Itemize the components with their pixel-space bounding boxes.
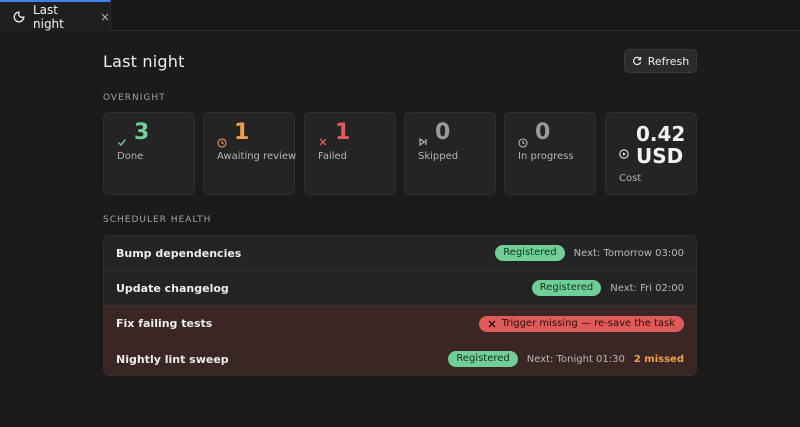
moon-icon xyxy=(13,11,25,23)
overnight-cards: 3 Done 1 Awaiting review 1 Failed 0 Skip… xyxy=(103,112,697,195)
card-caption: In progress xyxy=(518,151,574,162)
card-in-progress: 0 In progress xyxy=(504,112,596,195)
refresh-label: Refresh xyxy=(647,54,690,68)
status-badge: Registered xyxy=(531,280,602,296)
next-run: Next: Tonight 01:30 xyxy=(526,353,625,365)
card-caption: Failed xyxy=(318,151,348,162)
tab-label: Last night xyxy=(33,2,64,31)
card-caption: Skipped xyxy=(418,151,459,162)
scheduler-health-list: Bump dependencies Registered Next: Tomor… xyxy=(103,235,697,376)
x-icon xyxy=(488,320,496,327)
status-badge: Registered xyxy=(448,351,518,367)
card-value: 0 xyxy=(535,120,551,145)
next-run: Next: Fri 02:00 xyxy=(610,282,684,294)
refresh-button[interactable]: Refresh xyxy=(624,49,697,73)
card-failed: 1 Failed xyxy=(304,112,396,195)
list-item[interactable]: Fix failing tests Trigger missing — re-s… xyxy=(104,306,696,341)
missed-count: 2 missed xyxy=(633,353,684,365)
task-name: Bump dependencies xyxy=(116,246,242,260)
card-caption: Cost xyxy=(619,173,642,184)
status-badge: Registered xyxy=(495,245,565,261)
error-badge: Trigger missing — re-save the task xyxy=(478,315,684,332)
page-title: Last night xyxy=(103,52,185,71)
card-caption: Done xyxy=(117,151,144,162)
task-name: Nightly lint sweep xyxy=(116,352,229,366)
list-item[interactable]: Update changelog Registered Next: Fri 02… xyxy=(104,271,696,306)
card-done: 3 Done xyxy=(103,112,195,195)
cost-value: 0.42 USD xyxy=(636,122,696,168)
error-text: Trigger missing — re-save the task xyxy=(501,317,675,329)
clock-icon xyxy=(217,138,227,148)
x-icon xyxy=(318,137,328,147)
skip-icon xyxy=(418,137,428,147)
refresh-icon xyxy=(632,56,641,66)
list-item[interactable]: Nightly lint sweep Registered Next: Toni… xyxy=(104,341,696,375)
card-value: 1 xyxy=(234,120,250,145)
card-skipped: 0 Skipped xyxy=(404,112,496,195)
clock-icon xyxy=(518,138,528,148)
card-cost: 0.42 USD Cost xyxy=(605,112,697,195)
card-value: 0 xyxy=(435,120,451,145)
cost-currency: USD xyxy=(636,143,684,168)
play-circle-icon xyxy=(619,149,629,159)
close-icon[interactable]: × xyxy=(100,11,110,23)
card-caption: Awaiting review xyxy=(217,151,297,162)
check-icon xyxy=(117,137,127,147)
list-item[interactable]: Bump dependencies Registered Next: Tomor… xyxy=(104,236,696,271)
card-awaiting-review: 1 Awaiting review xyxy=(203,112,297,195)
section-label-scheduler-health: SCHEDULER HEALTH xyxy=(103,215,212,225)
section-label-overnight: OVERNIGHT xyxy=(103,93,166,103)
task-name: Fix failing tests xyxy=(116,317,213,330)
tab-bar: Last night × xyxy=(0,0,800,31)
cost-amount: 0.42 xyxy=(636,122,686,146)
tab-last-night[interactable]: Last night × xyxy=(0,0,111,31)
next-run: Next: Tomorrow 03:00 xyxy=(573,247,684,259)
card-value: 3 xyxy=(134,120,150,145)
task-name: Update changelog xyxy=(116,281,229,295)
card-value: 1 xyxy=(335,120,351,145)
